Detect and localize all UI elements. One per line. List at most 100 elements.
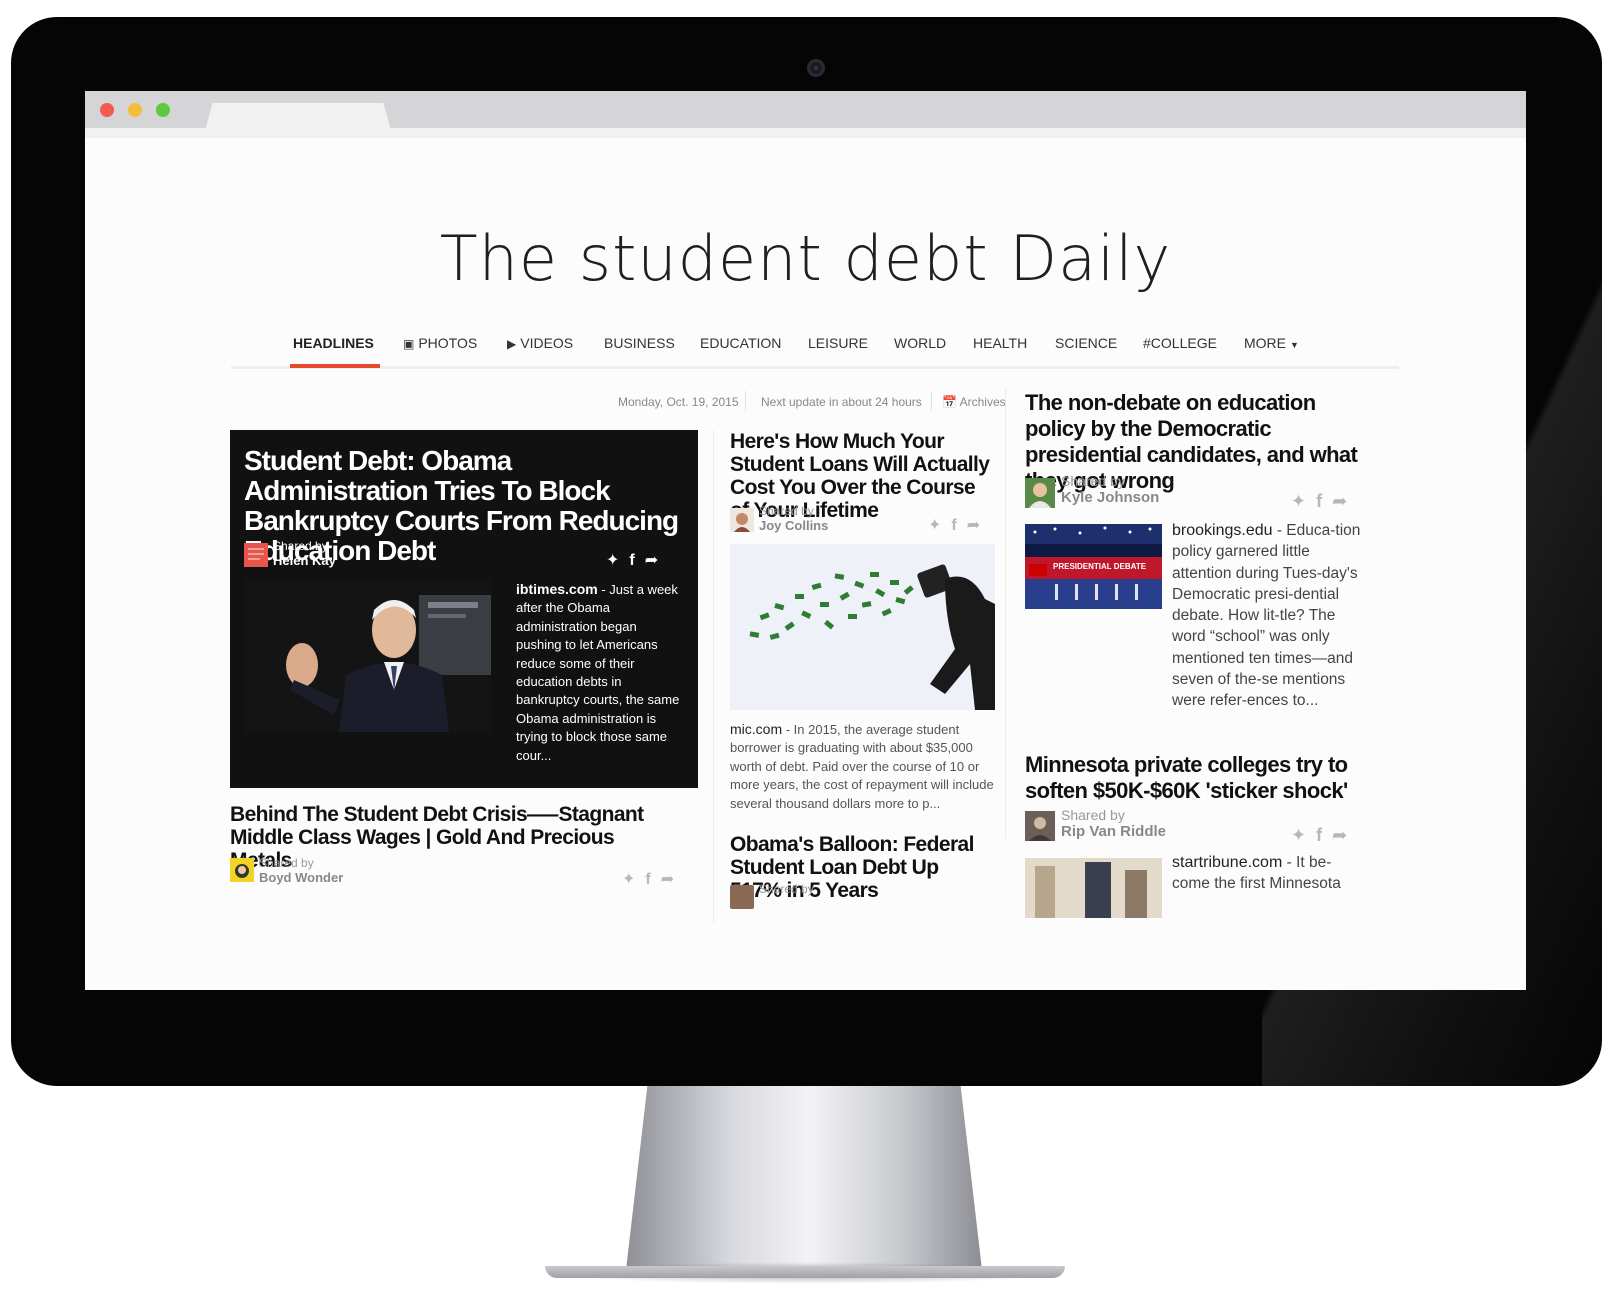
nav-label: #COLLEGE <box>1143 335 1217 351</box>
image-caption: PRESIDENTIAL DEBATE <box>1053 562 1147 571</box>
nav-item-videos[interactable]: ▶ VIDEOS <box>507 335 573 351</box>
snippet-text: - Just a week after the Obama administra… <box>516 582 680 763</box>
nav-item-health[interactable]: HEALTH <box>973 335 1027 351</box>
nav-label: MORE <box>1244 335 1286 351</box>
nav-label: PHOTOS <box>418 335 478 351</box>
nav-label: WORLD <box>894 335 947 351</box>
nav-item-college[interactable]: #COLLEGE <box>1143 335 1217 351</box>
social-buttons: ✦f➦ <box>622 869 684 889</box>
social-buttons: ✦f➦ <box>1291 825 1357 846</box>
article-card[interactable]: Behind The Student Debt Crisis—–Stagnant… <box>230 803 698 923</box>
main-nav: HEADLINES ▣ PHOTOS ▶ VIDEOS BUSINESS EDUCA… <box>231 333 1399 369</box>
social-buttons: ✦f➦ <box>1291 491 1357 512</box>
sharer-name[interactable]: Boyd Wonder <box>259 870 343 885</box>
nav-label: HEADLINES <box>293 335 374 351</box>
nav-item-headlines[interactable]: HEADLINES <box>293 335 374 351</box>
article-snippet: ibtimes.com - Just a week after the Obam… <box>516 580 681 765</box>
twitter-icon[interactable]: ✦ <box>928 515 951 535</box>
facebook-icon[interactable]: f <box>629 552 644 570</box>
nav-item-more[interactable]: MORE ▼ <box>1244 335 1299 351</box>
article-image[interactable]: PRESIDENTIAL DEBATE <box>1025 524 1162 609</box>
avatar <box>730 885 754 909</box>
twitter-icon[interactable]: ✦ <box>1291 491 1316 512</box>
article-title[interactable]: Minnesota private colleges try to soften… <box>1025 752 1365 804</box>
stage: The student debt Daily HEADLINES ▣ PHOTOS… <box>0 0 1621 1294</box>
article-card[interactable]: Here's How Much Your Student Loans Will … <box>730 430 995 813</box>
browser-tab[interactable] <box>203 103 393 138</box>
article-source[interactable]: mic.com <box>730 721 782 737</box>
article-card[interactable]: The non-debate on education policy by th… <box>1025 390 1365 740</box>
facebook-icon[interactable]: f <box>1316 491 1332 512</box>
sharer-info: Shared by Joy Collins <box>759 504 828 533</box>
share-icon[interactable]: ➦ <box>645 550 668 570</box>
facebook-icon[interactable]: f <box>1316 825 1332 846</box>
article-card[interactable]: Obama's Balloon: Federal Student Loan De… <box>730 833 995 923</box>
nav-item-leisure[interactable]: LEISURE <box>808 335 868 351</box>
column-divider <box>1005 388 1006 838</box>
archives-link[interactable]: 📅 Archives <box>942 395 1006 409</box>
share-icon[interactable]: ➦ <box>967 515 990 535</box>
twitter-icon[interactable]: ✦ <box>1291 825 1316 846</box>
sharer-info: Shared by Rip Van Riddle <box>1061 807 1166 840</box>
nav-item-photos[interactable]: ▣ PHOTOS <box>403 335 477 351</box>
sharer-info: Shared by Boyd Wonder <box>259 856 343 885</box>
avatar <box>730 508 754 532</box>
archives-label: Archives <box>959 395 1006 409</box>
browser-window: The student debt Daily HEADLINES ▣ PHOTOS… <box>85 91 1526 990</box>
article-image[interactable] <box>244 580 491 732</box>
sharer-name[interactable]: Helen Kay <box>273 553 336 568</box>
calendar-icon: 📅 <box>942 395 957 409</box>
nav-item-education[interactable]: EDUCATION <box>700 335 781 351</box>
maximize-window-button[interactable] <box>156 103 170 117</box>
article-source[interactable]: brookings.edu <box>1172 522 1273 539</box>
monitor-base <box>545 1266 1065 1278</box>
article-snippet: mic.com - In 2015, the average student b… <box>730 720 995 813</box>
sharer-info: Shared by <box>759 882 814 896</box>
minimize-window-button[interactable] <box>128 103 142 117</box>
shared-by-label: Shared by <box>759 504 814 518</box>
avatar <box>244 543 268 567</box>
sharer-name[interactable]: Kyle Johnson <box>1061 489 1159 506</box>
nav-label: LEISURE <box>808 335 868 351</box>
web-page: The student debt Daily HEADLINES ▣ PHOTOS… <box>85 138 1526 990</box>
column-divider <box>713 430 714 990</box>
article-card[interactable]: Minnesota private colleges try to soften… <box>1025 752 1365 922</box>
share-icon[interactable]: ➦ <box>661 869 684 889</box>
article-source[interactable]: ibtimes.com <box>516 581 598 597</box>
next-update-text: Next update in about 24 hours <box>761 395 922 409</box>
sharer-name[interactable]: Rip Van Riddle <box>1061 823 1166 840</box>
share-icon[interactable]: ➦ <box>1332 825 1357 846</box>
nav-item-business[interactable]: BUSINESS <box>604 335 675 351</box>
close-window-button[interactable] <box>100 103 114 117</box>
twitter-icon[interactable]: ✦ <box>606 550 629 570</box>
nav-label: HEALTH <box>973 335 1028 351</box>
twitter-icon[interactable]: ✦ <box>622 869 645 889</box>
current-date: Monday, Oct. 19, 2015 <box>618 395 739 409</box>
facebook-icon[interactable]: f <box>645 871 660 889</box>
shared-by-label: Shared by <box>1061 473 1125 489</box>
featured-article[interactable]: Student Debt: Obama Administration Tries… <box>230 430 698 788</box>
video-icon: ▶ <box>507 337 517 351</box>
article-image[interactable] <box>1025 858 1162 918</box>
shared-by-label: Shared by <box>273 539 328 553</box>
article-source[interactable]: startribune.com <box>1172 854 1282 871</box>
share-icon[interactable]: ➦ <box>1332 491 1357 512</box>
article-image[interactable] <box>730 544 995 710</box>
article-snippet: startribune.com - It be-come the first M… <box>1172 852 1362 895</box>
sharer-info: Shared by Kyle Johnson <box>1061 473 1159 506</box>
nav-item-world[interactable]: WORLD <box>894 335 946 351</box>
divider <box>931 391 932 411</box>
nav-label: VIDEOS <box>520 335 574 351</box>
nav-label: EDUCATION <box>700 335 782 351</box>
nav-item-science[interactable]: SCIENCE <box>1055 335 1117 351</box>
webcam-icon <box>807 59 825 77</box>
shared-by-label: Shared by <box>759 882 814 896</box>
avatar <box>1025 811 1055 841</box>
sharer-info: Shared by Helen Kay <box>273 539 336 568</box>
facebook-icon[interactable]: f <box>951 517 966 535</box>
sharer-name[interactable]: Joy Collins <box>759 518 828 533</box>
divider <box>745 391 746 411</box>
avatar <box>1025 478 1055 508</box>
social-buttons: ✦f➦ <box>928 515 990 535</box>
site-title: The student debt Daily <box>439 222 1172 295</box>
